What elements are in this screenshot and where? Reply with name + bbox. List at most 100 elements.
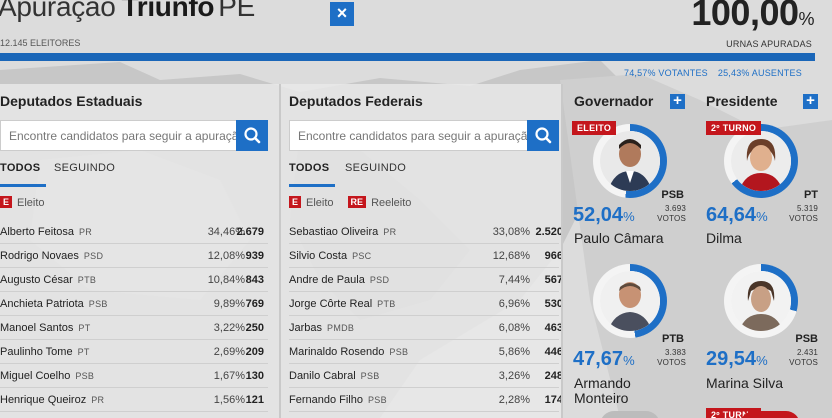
estaduais-panel: Deputados Estaduais TODOS SEGUINDO E Elei… — [0, 84, 279, 418]
federais-search-button[interactable] — [527, 120, 559, 151]
candidate-name[interactable]: Armando Monteiro — [574, 376, 654, 406]
candidate-party: PMDB — [327, 323, 355, 333]
estaduais-search-input[interactable] — [1, 121, 237, 150]
presidente-expand-button[interactable]: + — [803, 93, 818, 109]
candidate-votes-value: 3.383 — [664, 348, 686, 357]
tab-todos[interactable]: TODOS — [289, 162, 329, 174]
candidate-photo — [731, 271, 791, 331]
candidate-name-text: Jarbas — [289, 322, 323, 334]
candidate-row[interactable]: Anchieta Patriota PSB 9,89% 769 — [0, 292, 268, 316]
candidate-row[interactable]: Alberto Feitosa PR 34,46% 2.679 — [0, 220, 268, 244]
candidate-name-text: Andre de Paula — [289, 274, 365, 286]
eleito-badge: E — [289, 196, 302, 208]
candidate-name-text: Anchieta Patriota — [0, 298, 84, 310]
candidate-row[interactable]: Sebastiao Oliveira PR 33,08% 2.520 — [289, 220, 563, 244]
candidate-name-text: Miguel Coelho — [0, 370, 71, 382]
candidate-row[interactable]: Miguel Coelho PSB 1,67% 130 — [0, 364, 268, 388]
candidate-name-text: Manoel Santos — [0, 322, 74, 334]
candidate-votes: 121 — [245, 394, 264, 406]
candidate-party: PSD — [83, 251, 104, 261]
candidate-name[interactable]: Paulo Câmara — [574, 231, 664, 246]
candidate-name: Paulinho Tome PT — [0, 346, 90, 358]
candidate-name-text: Fernando Filho — [289, 394, 363, 406]
candidate-votes: 130 — [245, 370, 264, 382]
candidate-name-text: Jorge Côrte Real — [289, 298, 373, 310]
candidate-percentage: 7,44% — [498, 274, 530, 286]
candidate-name-text: Sebastiao Oliveira — [289, 226, 379, 238]
urnas-progress-bar — [0, 53, 815, 61]
tab-todos[interactable]: TODOS — [0, 162, 40, 174]
candidate-votes: 209 — [245, 346, 264, 358]
candidate-name[interactable]: Marina Silva — [706, 376, 783, 391]
candidate-row[interactable]: Fernando Filho PSB 2,28% 174 — [289, 388, 563, 412]
candidate-name: Manoel Santos PT — [0, 322, 91, 334]
candidate-votes-value: 3.693 — [664, 204, 686, 213]
candidate-votes-value: 2.431 — [796, 348, 818, 357]
candidate-party: PR — [383, 227, 397, 237]
federais-search — [289, 120, 559, 151]
candidate-row[interactable]: Jorge Côrte Real PTB 6,96% 530 — [289, 292, 563, 316]
candidate-votes: 2.679 — [236, 226, 264, 238]
federais-search-input[interactable] — [290, 121, 528, 150]
avatar — [731, 271, 791, 331]
candidate-votes: 2.431 VOTOS — [772, 348, 818, 368]
candidate-row[interactable]: Marinaldo Rosendo PSB 5,86% 446 — [289, 340, 563, 364]
candidate-party: PT — [78, 323, 91, 333]
candidate-row[interactable]: Danilo Cabral PSB 3,26% 248 — [289, 364, 563, 388]
tab-seguindo[interactable]: SEGUINDO — [345, 162, 406, 174]
candidate-row[interactable]: Jarbas PMDB 6,08% 463 — [289, 316, 563, 340]
candidate-name: Jarbas PMDB — [289, 322, 354, 334]
reeleito-badge: RE — [347, 196, 367, 208]
candidate-party: PTB — [77, 275, 97, 285]
candidate-percentage: 47,67% — [573, 348, 635, 371]
candidate-row[interactable]: Henrique Queiroz PR 1,56% 121 — [0, 388, 268, 412]
candidate-row[interactable]: Rodrigo Novaes PSD 12,08% 939 — [0, 244, 268, 268]
candidate-votes-value: 5.319 — [796, 204, 818, 213]
candidate-party: PSC — [352, 251, 372, 261]
electors-count: 12.145 ELEITORES — [0, 38, 81, 48]
eleito-badge: E — [0, 196, 13, 208]
candidate-party: PSB — [795, 333, 818, 345]
candidate-votes: 250 — [245, 322, 264, 334]
candidate-name-text: Danilo Cabral — [289, 370, 356, 382]
candidate-pct-value: 52,04 — [573, 204, 624, 226]
next-candidate-avatar — [740, 411, 800, 418]
avatar — [731, 131, 791, 191]
active-tab-indicator — [289, 184, 335, 187]
candidate-name-text: Paulinho Tome — [0, 346, 73, 358]
governador-expand-button[interactable]: + — [670, 93, 685, 109]
candidate-name: Fernando Filho PSB — [289, 394, 387, 406]
candidate-name-text: Silvio Costa — [289, 250, 348, 262]
page-title-label: Apuração — [0, 0, 116, 22]
candidate-row[interactable]: Silvio Costa PSC 12,68% 966 — [289, 244, 563, 268]
tab-seguindo[interactable]: SEGUINDO — [54, 162, 115, 174]
estaduais-search-button[interactable] — [236, 120, 268, 151]
candidate-pct-sign: % — [623, 209, 635, 224]
candidate-percentage: 12,68% — [492, 250, 530, 262]
estaduais-search — [0, 120, 268, 151]
candidate-votes: 769 — [245, 298, 264, 310]
candidate-pct-value: 64,64 — [706, 204, 757, 226]
candidate-name[interactable]: Dilma — [706, 231, 742, 246]
candidate-row[interactable]: Manoel Santos PT 3,22% 250 — [0, 316, 268, 340]
urnas-progress-fill — [0, 53, 815, 61]
candidate-row[interactable]: Andre de Paula PSD 7,44% 567 — [289, 268, 563, 292]
candidate-party: PTB — [662, 333, 684, 345]
candidate-votes: 567 — [544, 274, 563, 286]
candidate-row[interactable]: Augusto César PTB 10,84% 843 — [0, 268, 268, 292]
candidate-votes: 530 — [544, 298, 563, 310]
candidate-votes-label: VOTOS — [789, 358, 818, 367]
candidate-name: Anchieta Patriota PSB — [0, 298, 108, 310]
candidate-name: Alberto Feitosa PR — [0, 226, 92, 238]
candidate-name: Rodrigo Novaes PSD — [0, 250, 103, 262]
candidate-name: Andre de Paula PSD — [289, 274, 389, 286]
candidate-votes: 248 — [544, 370, 563, 382]
candidate-party: PR — [91, 395, 105, 405]
candidate-party: PSB — [360, 371, 380, 381]
candidate-votes: 939 — [245, 250, 264, 262]
candidate-name: Marinaldo Rosendo PSB — [289, 346, 408, 358]
close-button[interactable]: × — [330, 2, 354, 26]
eleito-tag: ELEITO — [572, 121, 617, 135]
candidate-photo — [600, 271, 660, 331]
candidate-row[interactable]: Paulinho Tome PT 2,69% 209 — [0, 340, 268, 364]
